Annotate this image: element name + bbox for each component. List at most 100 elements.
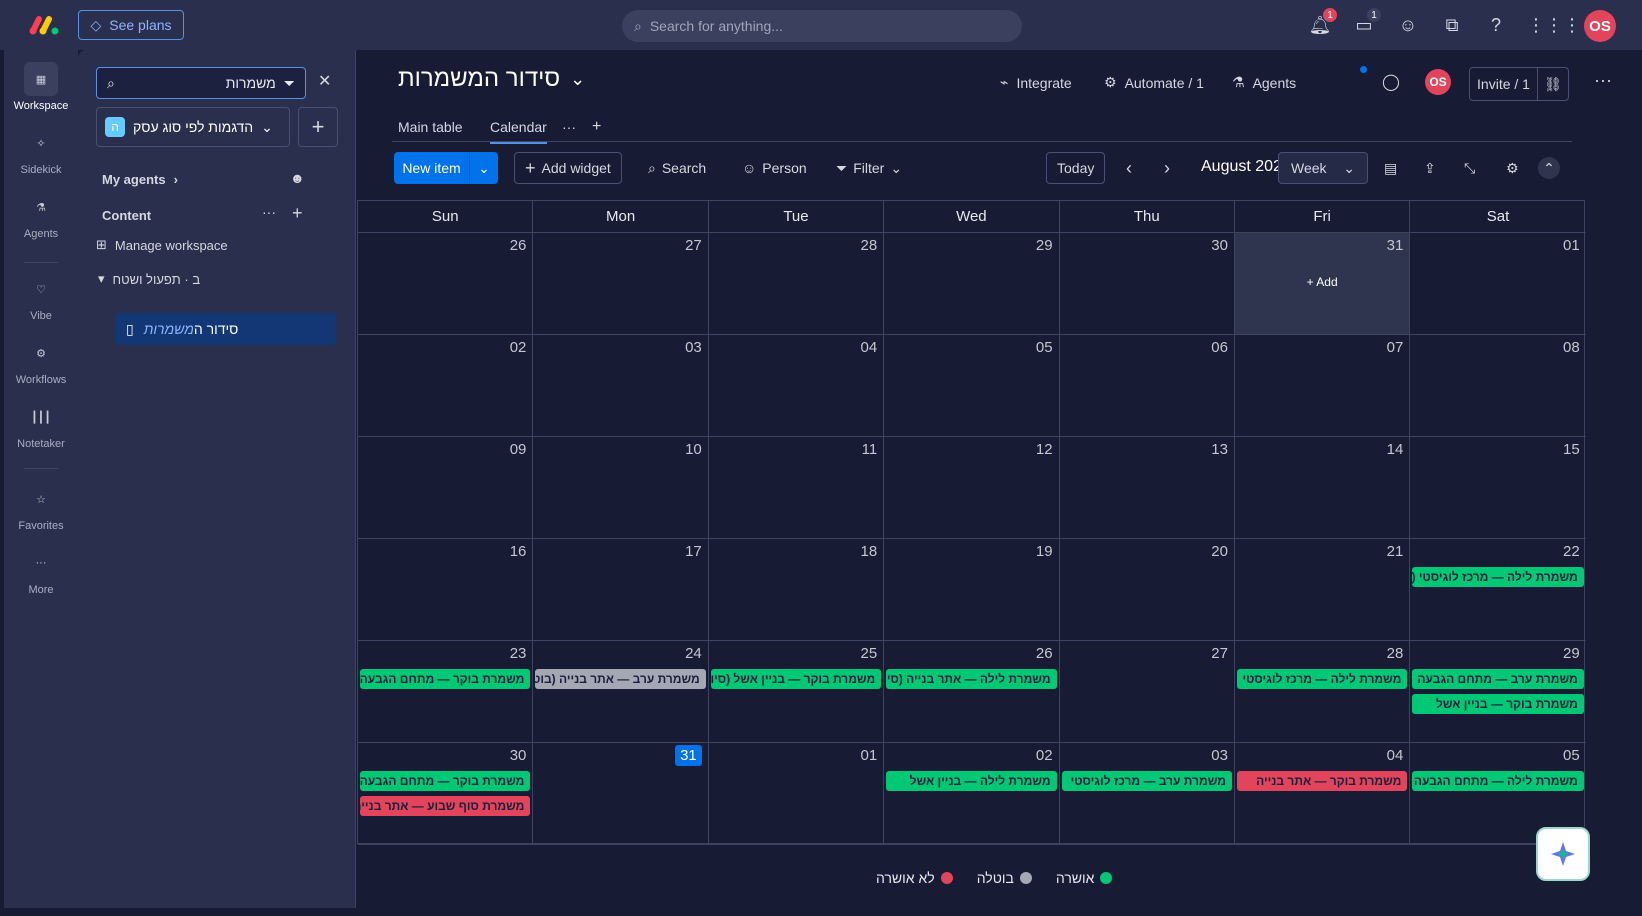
day-cell[interactable]: 01 xyxy=(1410,233,1585,334)
rail-notetaker[interactable]: ┃┃┃ Notetaker xyxy=(4,400,78,451)
shift-event[interactable]: משמרת סוף שבוע — אתר בנייה xyxy=(360,796,531,816)
export-upload-icon[interactable]: ⇪ xyxy=(1424,152,1436,184)
view-mode-select[interactable]: Week ⌄ xyxy=(1278,152,1368,184)
workspace-search-input[interactable]: ⌕ משמרות ⏷ xyxy=(96,67,306,99)
chevron-down-icon[interactable]: ⌄ xyxy=(470,152,498,184)
day-cell[interactable]: 06 xyxy=(1060,335,1235,436)
folder-item[interactable]: ▾ ב · תפעול ושטח xyxy=(98,271,200,287)
day-cell[interactable]: 16 xyxy=(358,539,534,640)
layout-toggle-icon[interactable]: ▤ xyxy=(1384,152,1397,184)
person-filter-button[interactable]: ☺ Person xyxy=(742,152,807,184)
automate-button[interactable]: ⚙ Automate / 1 xyxy=(1104,74,1204,91)
rail-sidekick[interactable]: ✧ Sidekick xyxy=(4,126,78,177)
manage-workspace-link[interactable]: ⊞ Manage workspace xyxy=(96,237,228,253)
my-agents-link[interactable]: My agents › xyxy=(102,172,178,187)
board-member-avatar[interactable]: OS xyxy=(1425,69,1451,95)
add-item-hint[interactable]: + Add xyxy=(1235,275,1409,289)
shift-event[interactable]: משמרת לילה — אתר בנייה (סיום שבוע) xyxy=(886,669,1057,689)
day-cell[interactable]: 02 xyxy=(358,335,534,436)
tab-calendar[interactable]: Calendar xyxy=(490,114,547,144)
day-cell[interactable]: 28 xyxy=(709,233,885,334)
day-cell[interactable]: 19 xyxy=(884,539,1060,640)
add-widget-button[interactable]: + Add widget xyxy=(514,152,622,184)
day-cell-hovered[interactable]: 31 + Add xyxy=(1234,233,1411,334)
day-cell[interactable]: 28 משמרת לילה — מרכז לוגיסטי xyxy=(1235,641,1411,742)
day-cell[interactable]: 03 xyxy=(533,335,709,436)
day-cell[interactable]: 17 xyxy=(533,539,709,640)
day-cell[interactable]: 25 משמרת בוקר — בניין אשל (סיום שבוע) xyxy=(709,641,885,742)
rail-agents[interactable]: ⚗ Agents xyxy=(4,190,78,241)
add-view-icon[interactable]: + xyxy=(592,114,601,144)
day-cell[interactable]: 02 משמרת לילה — בניין אשל xyxy=(884,743,1060,844)
day-cell[interactable]: 23 משמרת בוקר — מתחם הגבעה (סיום שבוע) xyxy=(358,641,534,742)
new-item-button[interactable]: New item ⌄ xyxy=(394,152,498,184)
agent-avatar-icon[interactable]: ☻ xyxy=(290,170,305,186)
rail-workflows[interactable]: ⚙ Workflows xyxy=(4,336,78,387)
day-cell[interactable]: 20 xyxy=(1060,539,1235,640)
day-cell[interactable]: 29 xyxy=(884,233,1060,334)
filter-funnel-icon[interactable]: ⏷ xyxy=(284,75,295,92)
close-search-icon[interactable]: ✕ xyxy=(318,71,331,91)
shift-event[interactable]: משמרת לילה — בניין אשל xyxy=(886,771,1057,791)
board-more-icon[interactable]: ··· xyxy=(1594,70,1612,91)
board-title[interactable]: סידור המשמרות ⌄ xyxy=(398,65,585,93)
prev-period-chevron-left-icon[interactable]: ‹ xyxy=(1126,152,1132,184)
day-cell[interactable]: 27 xyxy=(1060,641,1235,742)
shift-event[interactable]: משמרת בוקר — מתחם הגבעה (סיום שבוע) xyxy=(360,669,531,689)
apps-marketplace-icon[interactable]: ⧉ xyxy=(1440,13,1464,37)
rail-workspace[interactable]: ▦ Workspace xyxy=(4,62,78,112)
day-cell[interactable]: 22 משמרת לילה — מרכז לוגיסטי (סיום שבוע) xyxy=(1410,539,1585,640)
day-cell[interactable]: 24 משמרת ערב — אתר בנייה (בוטלה) xyxy=(533,641,709,742)
day-cell[interactable]: 30 xyxy=(1060,233,1235,334)
inbox-icon[interactable]: ▭ 1 xyxy=(1352,7,1382,37)
day-cell[interactable]: 27 xyxy=(533,233,709,334)
board-item-shift-schedule[interactable]: ▯ סידור המשמרות xyxy=(116,313,336,345)
day-cell[interactable]: 04 xyxy=(709,335,885,436)
rail-vibe[interactable]: ♡ Vibe xyxy=(4,272,78,323)
settings-gear-icon[interactable]: ⚙ xyxy=(1506,152,1519,184)
rail-favorites[interactable]: ☆ Favorites xyxy=(4,482,78,533)
day-cell[interactable]: 03 משמרת ערב — מרכז לוגיסטי xyxy=(1060,743,1235,844)
day-cell[interactable]: 14 xyxy=(1235,437,1411,538)
collapse-fullscreen-icon[interactable]: ⤡ xyxy=(1464,152,1475,184)
content-more-icon[interactable]: ··· xyxy=(262,204,276,220)
agents-button[interactable]: ⚗ Agents xyxy=(1232,74,1296,91)
day-cell[interactable]: 21 xyxy=(1235,539,1411,640)
shift-event[interactable]: משמרת בוקר — אתר בנייה xyxy=(1236,771,1408,791)
day-cell[interactable]: 07 xyxy=(1235,335,1411,436)
user-avatar[interactable]: OS xyxy=(1584,10,1616,42)
rail-more[interactable]: ··· More xyxy=(4,546,78,596)
shift-event[interactable]: משמרת בוקר — בניין אשל xyxy=(1412,694,1584,714)
day-cell[interactable]: 15 xyxy=(1410,437,1585,538)
shift-event[interactable]: משמרת ערב — מתחם הגבעה xyxy=(1412,669,1584,689)
shift-event[interactable]: משמרת בוקר — מתחם הגבעה xyxy=(360,771,531,791)
shift-event[interactable]: משמרת לילה — מרכז לוגיסטי xyxy=(1236,669,1408,689)
day-cell[interactable]: 01 xyxy=(709,743,885,844)
tab-main-table[interactable]: Main table xyxy=(398,114,463,144)
day-cell[interactable]: 11 xyxy=(709,437,885,538)
day-cell[interactable]: 26 xyxy=(358,233,534,334)
search-button[interactable]: ⌕ Search xyxy=(648,152,706,184)
day-cell[interactable]: 29 משמרת ערב — מתחם הגבעה משמרת בוקר — ב… xyxy=(1410,641,1585,742)
day-cell[interactable]: 30 משמרת בוקר — מתחם הגבעה משמרת סוף שבו… xyxy=(358,743,534,844)
workspace-selector[interactable]: ⌄ הדגמות לפי סוג עסק ה xyxy=(96,107,290,147)
updates-chat-icon[interactable]: ◯ xyxy=(1382,72,1400,92)
app-switcher-grid-icon[interactable]: ⋮⋮⋮ xyxy=(1527,13,1581,37)
integrate-button[interactable]: ⌁ Integrate xyxy=(1000,74,1072,91)
day-cell[interactable]: 12 xyxy=(884,437,1060,538)
shift-event[interactable]: משמרת לילה — מתחם הגבעה xyxy=(1412,771,1584,791)
day-cell-today[interactable]: 31 xyxy=(533,743,709,844)
add-item-button[interactable]: + xyxy=(298,107,338,147)
content-add-icon[interactable]: + xyxy=(292,203,303,224)
day-cell[interactable]: 05 xyxy=(884,335,1060,436)
day-cell[interactable]: 26 משמרת לילה — אתר בנייה (סיום שבוע) xyxy=(884,641,1060,742)
day-cell[interactable]: 10 xyxy=(533,437,709,538)
collapse-header-chevron-up-icon[interactable]: ⌃ xyxy=(1538,157,1560,179)
see-plans-button[interactable]: ◇ See plans xyxy=(78,10,184,40)
day-cell[interactable]: 08 xyxy=(1410,335,1585,436)
next-period-chevron-right-icon[interactable]: › xyxy=(1164,152,1170,184)
shift-event[interactable]: משמרת ערב — מרכז לוגיסטי xyxy=(1061,771,1232,791)
today-button[interactable]: Today xyxy=(1046,152,1106,184)
day-cell[interactable]: 09 xyxy=(358,437,534,538)
invite-members-icon[interactable]: ☺ xyxy=(1396,13,1420,37)
